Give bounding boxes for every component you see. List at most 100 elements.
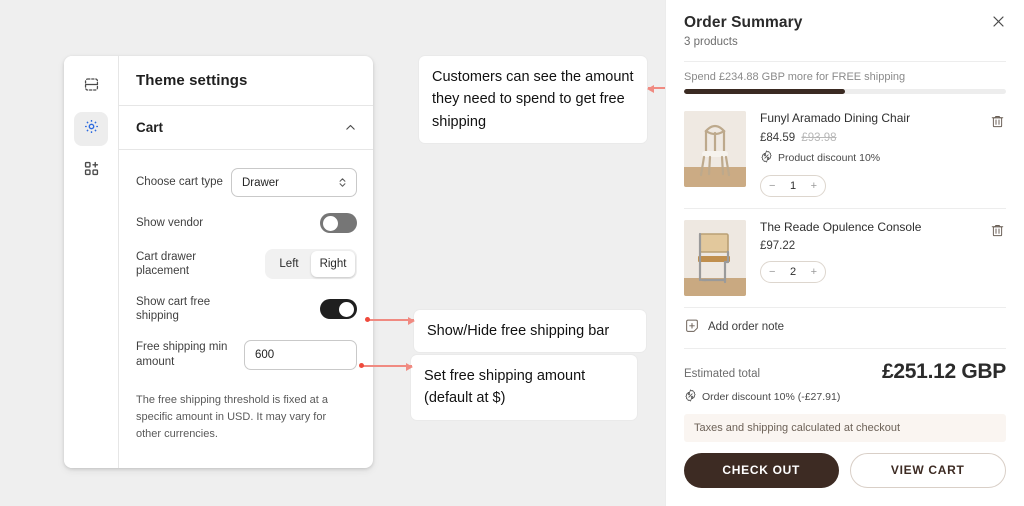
sidebar-item-theme-settings[interactable]: [74, 112, 108, 146]
cart-drawer: Order Summary 3 products Spend £234.88 G…: [665, 0, 1024, 506]
arrow-dot: [359, 363, 364, 368]
close-icon[interactable]: [991, 14, 1006, 48]
free-shipping-message: Spend £234.88 GBP more for FREE shipping: [684, 71, 906, 83]
free-shipping-min-value: 600: [255, 348, 275, 361]
product-price: £84.59: [760, 131, 796, 144]
arrow-head: [647, 84, 654, 93]
order-discount-badge: Order discount 10% (-£27.91): [684, 388, 1006, 405]
product-discount-badge: Product discount 10%: [760, 149, 1006, 166]
chair-image: [684, 111, 746, 187]
show-vendor-label: Show vendor: [136, 216, 204, 229]
drawer-header: Order Summary 3 products: [684, 0, 1006, 48]
order-discount-text: Order discount 10% (-£27.91): [702, 390, 841, 403]
arrow-head: [408, 316, 415, 325]
quantity-increase-button[interactable]: +: [811, 266, 817, 278]
order-totals: Estimated total £251.12 GBP Order discou…: [684, 349, 1006, 488]
gear-icon: [83, 118, 100, 140]
cart-type-label: Choose cart type: [136, 176, 223, 189]
cart-actions: CHECK OUT VIEW CART: [684, 452, 1006, 488]
quantity-decrease-button[interactable]: −: [769, 180, 775, 192]
field-cart-type: Choose cart type Drawer: [136, 168, 357, 197]
product-price-line: £97.22: [760, 240, 1006, 252]
product-name[interactable]: The Reade Opulence Console: [760, 220, 1006, 236]
cart-section-title: Cart: [136, 120, 164, 135]
list-item: Funyl Aramado Dining Chair £84.59 £93.98: [684, 100, 1006, 209]
sidebar-item-sections[interactable]: [74, 70, 108, 104]
editor-icon-rail: [64, 56, 119, 468]
chevron-up-icon[interactable]: [344, 121, 357, 134]
quantity-increase-button[interactable]: +: [811, 180, 817, 192]
cart-type-value: Drawer: [241, 176, 279, 189]
view-cart-button[interactable]: VIEW CART: [849, 452, 1006, 488]
estimated-total-row: Estimated total £251.12 GBP: [684, 360, 1006, 384]
product-info: The Reade Opulence Console £97.22 − 2 +: [746, 220, 1006, 296]
product-compare-price: £93.98: [801, 131, 837, 144]
cart-items-list: Funyl Aramado Dining Chair £84.59 £93.98: [684, 100, 1006, 308]
discount-tag-icon: [760, 149, 773, 166]
field-show-vendor: Show vendor: [136, 213, 357, 233]
product-price: £97.22: [760, 240, 796, 253]
apps-plus-icon: [83, 160, 100, 182]
page-title: Theme settings: [119, 56, 373, 106]
quantity-stepper[interactable]: − 1 +: [760, 174, 826, 197]
quantity-value: 1: [789, 179, 797, 192]
product-thumbnail[interactable]: [684, 111, 746, 187]
quantity-decrease-button[interactable]: −: [769, 266, 775, 278]
cart-type-select[interactable]: Drawer: [230, 168, 357, 197]
cart-settings-fields: Choose cart type Drawer Show vendor Cart…: [119, 150, 373, 386]
annotation-arrow-to-amount-input: [359, 361, 413, 371]
show-free-shipping-toggle[interactable]: [320, 299, 357, 320]
arrow-line: [360, 365, 412, 367]
add-order-note-button[interactable]: Add order note: [684, 308, 1006, 349]
note-plus-icon: [684, 318, 700, 337]
tax-note: Taxes and shipping calculated at checkou…: [684, 413, 1006, 442]
estimated-total-label: Estimated total: [684, 367, 761, 380]
callout-free-shipping-amount: Set free shipping amount (default at $): [411, 355, 637, 420]
free-shipping-progress-block: Spend £234.88 GBP more for FREE shipping: [684, 61, 1006, 94]
annotation-arrow-to-toggle: [365, 315, 415, 325]
screenshot-root: Theme settings Cart Choose cart type Dra…: [0, 0, 1024, 506]
sidebar-item-apps[interactable]: [74, 154, 108, 188]
chair-image: [684, 219, 746, 296]
arrow-head: [406, 362, 413, 371]
arrow-dot: [365, 317, 370, 322]
free-shipping-min-input[interactable]: 600: [244, 339, 357, 370]
drawer-title: Order Summary: [684, 14, 803, 31]
checkout-button[interactable]: CHECK OUT: [684, 452, 839, 488]
show-vendor-toggle[interactable]: [320, 213, 357, 233]
trash-icon[interactable]: [990, 114, 1005, 134]
free-shipping-min-label: Free shipping min amount: [136, 341, 228, 368]
quantity-value: 2: [789, 266, 797, 279]
quantity-stepper[interactable]: − 2 +: [760, 261, 826, 284]
toggle-knob: [323, 215, 338, 231]
field-show-free-shipping: Show cart free shipping: [136, 295, 357, 324]
drawer-placement-label: Cart drawer placement: [136, 250, 197, 277]
trash-icon[interactable]: [990, 223, 1005, 243]
product-price-line: £84.59 £93.98: [760, 132, 1006, 144]
field-drawer-placement: Cart drawer placement Left Right: [136, 249, 357, 279]
product-info: Funyl Aramado Dining Chair £84.59 £93.98: [746, 111, 1006, 197]
drawer-header-text: Order Summary 3 products: [684, 14, 802, 48]
cart-section-header[interactable]: Cart: [119, 106, 373, 150]
discount-tag-icon: [684, 388, 697, 405]
drawer-product-count: 3 products: [684, 36, 738, 48]
toggle-knob: [339, 301, 354, 317]
product-name[interactable]: Funyl Aramado Dining Chair: [760, 111, 1006, 127]
segment-right[interactable]: Right: [311, 251, 355, 277]
segment-left[interactable]: Left: [267, 251, 311, 277]
settings-panel-body: Theme settings Cart Choose cart type Dra…: [119, 56, 373, 468]
product-thumbnail[interactable]: [684, 219, 746, 296]
theme-settings-panel: Theme settings Cart Choose cart type Dra…: [64, 56, 373, 468]
list-item: The Reade Opulence Console £97.22 − 2 +: [684, 209, 1006, 308]
free-shipping-progress-fill: [684, 89, 845, 94]
callout-toggle-bar: Show/Hide free shipping bar: [414, 310, 646, 353]
product-discount-text: Product discount 10%: [778, 151, 881, 164]
add-order-note-label: Add order note: [708, 321, 785, 334]
free-shipping-helper-text: The free shipping threshold is fixed at …: [136, 393, 329, 440]
callout-shipping-info: Customers can see the amount they need t…: [419, 56, 647, 144]
drawer-placement-segmented[interactable]: Left Right: [265, 249, 357, 279]
show-free-shipping-label: Show cart free shipping: [136, 296, 211, 323]
free-shipping-progress-track: [684, 89, 1006, 94]
field-free-shipping-min: Free shipping min amount 600: [136, 339, 357, 370]
arrow-line: [366, 319, 414, 321]
